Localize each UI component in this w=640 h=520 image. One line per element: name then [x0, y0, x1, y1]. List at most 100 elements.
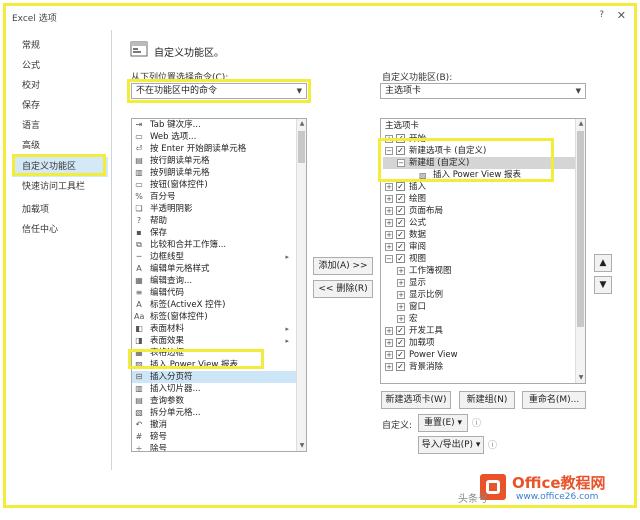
ribbon-tree-item[interactable]: + ✓ 公式 — [383, 217, 575, 229]
ribbon-tree-item[interactable]: + ✓ 数据 — [383, 229, 575, 241]
scroll-up-icon[interactable]: ▲ — [576, 119, 585, 129]
reset-button[interactable]: 重置(E) ▾ — [418, 414, 468, 432]
command-list-item[interactable]: ≡ 编辑代码 — [132, 287, 297, 299]
command-list-item[interactable]: A 标签(ActiveX 控件) — [132, 299, 297, 311]
command-list-item[interactable]: ÷ 除号 — [132, 443, 297, 451]
help-icon[interactable]: ? — [599, 10, 604, 20]
expand-icon[interactable]: + — [385, 243, 393, 251]
command-list-item[interactable]: ↶ 撤消 — [132, 419, 297, 431]
expand-icon[interactable]: + — [385, 183, 393, 191]
command-list-item[interactable]: ❏ 半透明阴影 — [132, 203, 297, 215]
expand-icon[interactable]: + — [385, 195, 393, 203]
scroll-down-icon[interactable]: ▼ — [297, 441, 306, 451]
command-list-item[interactable]: ⊟ 插入分页符 — [132, 371, 297, 383]
sidebar-item-formulas[interactable]: 公式 — [12, 56, 108, 76]
scroll-up-icon[interactable]: ▲ — [297, 119, 306, 129]
scroll-thumb[interactable] — [577, 131, 584, 327]
command-list-item[interactable]: ─ 边框线型 ▸ — [132, 251, 297, 263]
command-list-item[interactable]: ▭ Web 选项... — [132, 131, 297, 143]
ribbon-tree-scrollbar[interactable]: ▲ ▼ — [575, 119, 585, 383]
command-list-item[interactable]: ? 帮助 — [132, 215, 297, 227]
command-list-item[interactable]: A 编辑单元格样式 — [132, 263, 297, 275]
command-label: 边框线型 — [150, 252, 185, 262]
command-list-item[interactable]: # 磅号 — [132, 431, 297, 443]
expand-icon[interactable]: + — [397, 303, 405, 311]
expand-icon[interactable]: + — [397, 267, 405, 275]
ribbon-tree-item[interactable]: + ✓ 插入 — [383, 181, 575, 193]
expand-icon[interactable]: + — [385, 363, 393, 371]
command-list-item[interactable]: ▤ 按行朗读单元格 — [132, 155, 297, 167]
tab-checkbox[interactable]: ✓ — [396, 194, 405, 203]
rename-button[interactable]: 重命名(M)... — [522, 391, 586, 409]
command-list-item[interactable]: % 百分号 — [132, 191, 297, 203]
ribbon-tree-item[interactable]: + ✓ 开发工具 — [383, 325, 575, 337]
tab-checkbox[interactable]: ✓ — [396, 206, 405, 215]
expand-icon[interactable]: + — [385, 339, 393, 347]
ribbon-tree-item[interactable]: + 窗口 — [383, 301, 575, 313]
ribbon-tree-item[interactable]: + 工作簿视图 — [383, 265, 575, 277]
move-up-button[interactable]: ▲ — [594, 254, 612, 272]
expand-icon[interactable]: + — [397, 315, 405, 323]
ribbon-tree-item[interactable]: + ✓ Power View — [383, 349, 575, 361]
ribbon-tree-item[interactable]: − ✓ 视图 — [383, 253, 575, 265]
sidebar-item-general[interactable]: 常规 — [12, 36, 108, 56]
expand-icon[interactable]: + — [385, 207, 393, 215]
ribbon-tree-item[interactable]: + 宏 — [383, 313, 575, 325]
import-export-button[interactable]: 导入/导出(P) ▾ — [418, 436, 484, 454]
tab-checkbox[interactable]: ✓ — [396, 362, 405, 371]
ribbon-tree-item[interactable]: + 显示 — [383, 277, 575, 289]
tab-checkbox[interactable]: ✓ — [396, 230, 405, 239]
expand-icon[interactable]: + — [397, 291, 405, 299]
tab-checkbox[interactable]: ✓ — [396, 254, 405, 263]
command-list-item[interactable]: ◧ 表面材料 ▸ — [132, 323, 297, 335]
command-list-item[interactable]: ▭ 按钮(窗体控件) — [132, 179, 297, 191]
sidebar-item-proofing[interactable]: 校对 — [12, 76, 108, 96]
commands-scrollbar[interactable]: ▲ ▼ — [296, 119, 306, 451]
expand-icon[interactable]: + — [385, 219, 393, 227]
expand-icon[interactable]: + — [385, 327, 393, 335]
collapse-icon[interactable]: − — [385, 255, 393, 263]
scroll-down-icon[interactable]: ▼ — [576, 373, 585, 383]
tab-checkbox[interactable]: ✓ — [396, 242, 405, 251]
command-list-item[interactable]: ▥ 插入切片器... — [132, 383, 297, 395]
tab-checkbox[interactable]: ✓ — [396, 218, 405, 227]
ribbon-tree-item[interactable]: + ✓ 绘图 — [383, 193, 575, 205]
new-tab-button[interactable]: 新建选项卡(W) — [381, 391, 451, 409]
command-list-item[interactable]: ▪ 保存 — [132, 227, 297, 239]
command-list-item[interactable]: ⏎ 按 Enter 开始朗读单元格 — [132, 143, 297, 155]
command-list-item[interactable]: Aa 标签(窗体控件) — [132, 311, 297, 323]
command-list-item[interactable]: ▦ 编辑查询... — [132, 275, 297, 287]
ribbon-tree-item[interactable]: + ✓ 背景消除 — [383, 361, 575, 373]
ribbon-tree-item[interactable]: + 显示比例 — [383, 289, 575, 301]
expand-icon[interactable]: + — [397, 279, 405, 287]
ribbon-tree-item[interactable]: + ✓ 页面布局 — [383, 205, 575, 217]
sidebar-item-trust-center[interactable]: 信任中心 — [12, 220, 108, 240]
sidebar-item-addins[interactable]: 加载项 — [12, 200, 108, 220]
new-group-button[interactable]: 新建组(N) — [459, 391, 515, 409]
command-list-item[interactable]: ◨ 表面效果 ▸ — [132, 335, 297, 347]
expand-icon[interactable]: + — [385, 351, 393, 359]
sidebar-item-language[interactable]: 语言 — [12, 116, 108, 136]
ribbon-scope-select[interactable]: 主选项卡 ▼ — [380, 83, 586, 99]
ribbon-tree-item[interactable]: + ✓ 审阅 — [383, 241, 575, 253]
sidebar-item-save[interactable]: 保存 — [12, 96, 108, 116]
tab-checkbox[interactable]: ✓ — [396, 326, 405, 335]
expand-icon[interactable]: + — [385, 231, 393, 239]
command-list-item[interactable]: ▧ 拆分单元格... — [132, 407, 297, 419]
move-down-button[interactable]: ▼ — [594, 276, 612, 294]
command-list-item[interactable]: ▤ 查询参数 — [132, 395, 297, 407]
close-icon[interactable]: ✕ — [617, 9, 626, 22]
command-list-item[interactable]: ⧉ 比较和合并工作簿... — [132, 239, 297, 251]
add-button[interactable]: 添加(A) >> — [313, 257, 373, 275]
tab-checkbox[interactable]: ✓ — [396, 182, 405, 191]
remove-button[interactable]: << 删除(R) — [313, 280, 373, 298]
command-list-item[interactable]: ▥ 按列朗读单元格 — [132, 167, 297, 179]
command-list-item[interactable]: ⇥ Tab 键次序... — [132, 119, 297, 131]
tab-checkbox[interactable]: ✓ — [396, 350, 405, 359]
tab-checkbox[interactable]: ✓ — [396, 338, 405, 347]
commands-list[interactable]: ⇥ Tab 键次序... ▭ Web 选项... ⏎ 按 Enter 开始朗读单元格 ▤ 按行… — [131, 118, 307, 452]
ribbon-tree-item[interactable]: + ✓ 加载项 — [383, 337, 575, 349]
sidebar-item-quick-access[interactable]: 快速访问工具栏 — [12, 177, 108, 197]
scroll-thumb[interactable] — [298, 131, 305, 163]
sidebar-item-advanced[interactable]: 高级 — [12, 136, 108, 156]
